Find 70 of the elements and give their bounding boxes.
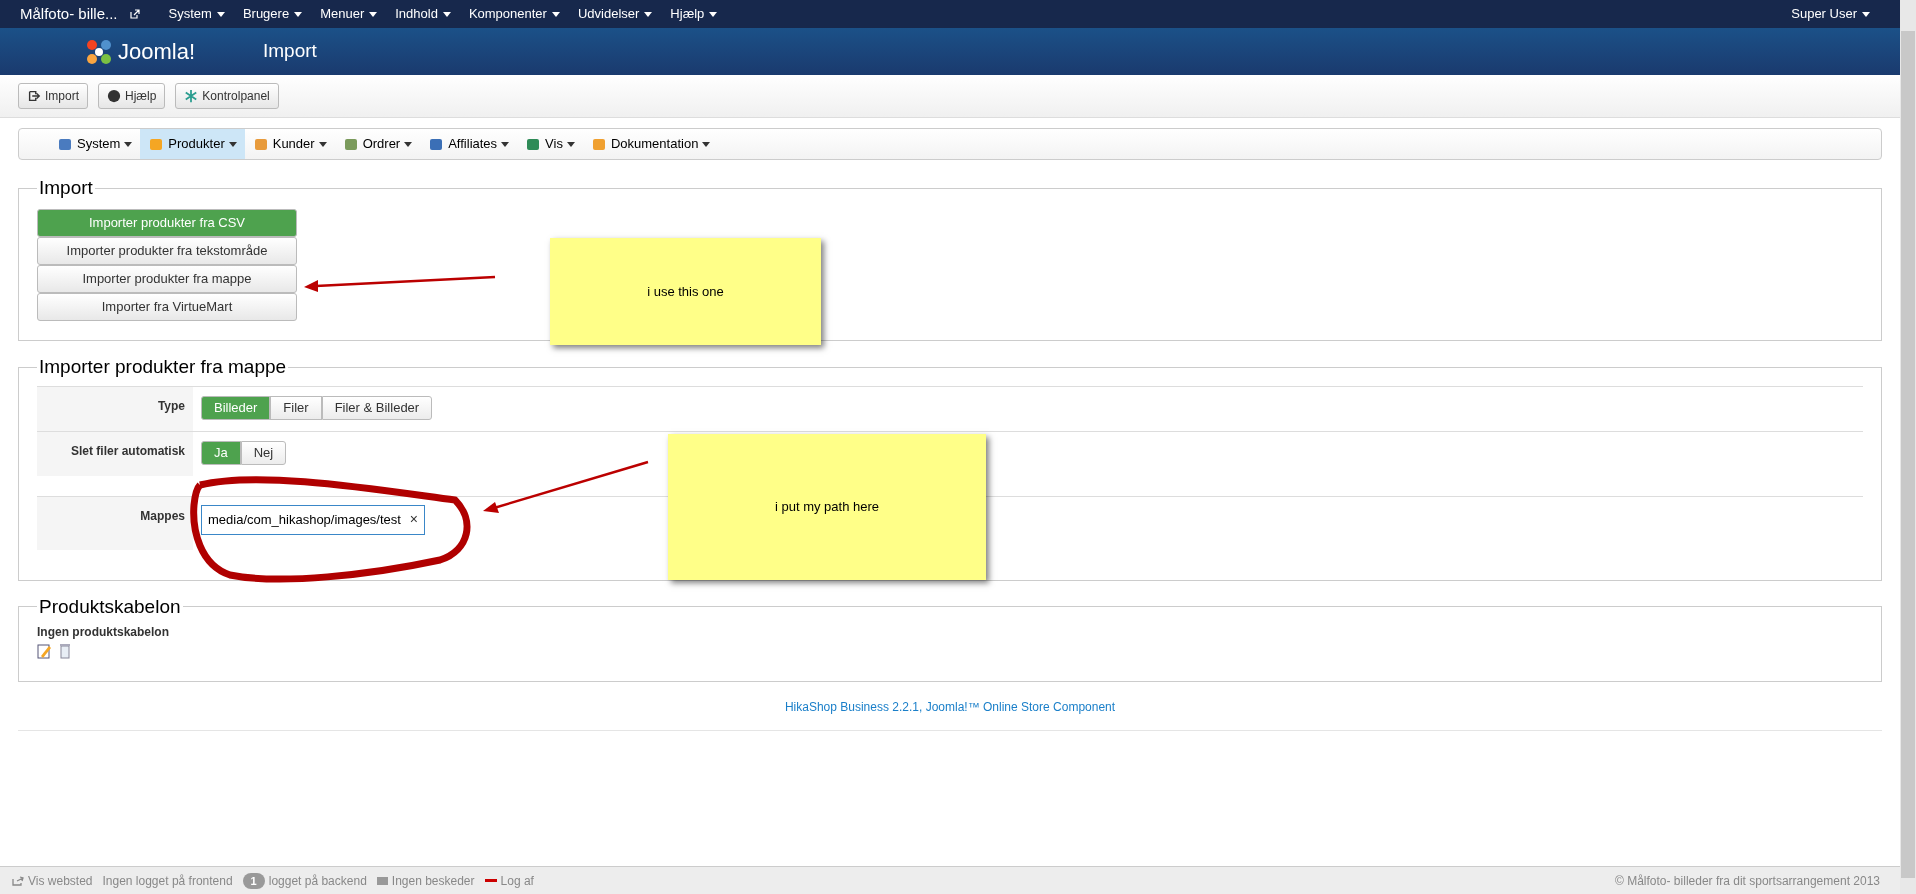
caret-icon <box>124 141 133 147</box>
caret-icon <box>702 141 711 147</box>
trash-icon[interactable] <box>59 643 71 659</box>
minus-icon <box>484 879 497 882</box>
field-label: Mappes <box>37 496 193 550</box>
caret-icon <box>709 11 718 17</box>
menu-tab[interactable]: Kunder <box>244 129 335 159</box>
count-badge: 1 <box>242 872 265 889</box>
box-icon <box>148 136 165 152</box>
caret-icon <box>228 141 237 147</box>
import-option-button[interactable]: Importer fra VirtueMart <box>37 292 297 321</box>
status-text: Ingen logget på frontend <box>102 872 233 890</box>
caret-icon <box>1862 11 1870 17</box>
user-menu[interactable]: Super User <box>1791 4 1870 24</box>
footer-link[interactable]: HikaShop Business 2.2.1, Joomla!™ Online Store Component <box>784 698 1116 716</box>
caret-icon <box>501 141 510 147</box>
menu-tab[interactable]: Produkter <box>140 129 245 159</box>
edit-icon[interactable] <box>37 643 53 659</box>
import-option-button[interactable]: Importer produkter fra mappe <box>37 264 297 293</box>
toggle-option[interactable]: Filer & Billeder <box>321 395 433 420</box>
site-link[interactable]: Målfoto- bille... <box>20 2 118 26</box>
page-title: Import <box>263 39 317 64</box>
menu-tab[interactable]: System <box>49 129 141 159</box>
menu-tab[interactable]: Dokumentation <box>582 129 719 159</box>
toggle-option[interactable]: Nej <box>240 440 287 465</box>
caret-icon <box>566 141 575 147</box>
external-link-icon[interactable] <box>129 9 140 19</box>
menu-item[interactable]: System <box>159 4 234 24</box>
caret-icon <box>404 141 413 147</box>
folder-path-field[interactable]: media/com_hikashop/images/test × <box>201 504 425 535</box>
import-icon <box>27 89 41 103</box>
template-text: Ingen produktskabelon <box>37 624 170 641</box>
envelope-icon <box>376 876 388 885</box>
asterisk-icon <box>184 89 199 103</box>
section-title: Importer produkter fra mappe <box>38 355 288 379</box>
toolbar-button[interactable]: Kontrolpanel <box>175 83 279 109</box>
menu-item[interactable]: Udvidelser <box>568 4 662 24</box>
field-label: Slet filer automatisk <box>37 431 193 476</box>
caret-icon <box>442 11 451 17</box>
menu-item[interactable]: Komponenter <box>459 4 569 24</box>
caret-icon <box>551 11 560 17</box>
status-text: logget på backend <box>268 872 367 890</box>
menu-item[interactable]: Menuer <box>311 4 387 24</box>
import-option-button[interactable]: Importer produkter fra tekstområde <box>37 236 297 265</box>
clear-icon[interactable]: × <box>409 509 418 530</box>
menu-tab[interactable]: Ordrer <box>334 129 421 159</box>
section-title: Produktskabelon <box>38 594 182 619</box>
toolbar-button[interactable]: Hjælp <box>98 83 166 109</box>
status-text: Ingen beskeder <box>391 872 475 890</box>
section-title: Import <box>38 176 94 200</box>
menu-item[interactable]: Brugere <box>233 4 312 24</box>
toolbar-button[interactable]: Import <box>18 83 88 109</box>
logo-icon <box>84 37 114 66</box>
caret-icon <box>294 11 303 17</box>
menu-item[interactable]: Hjælp <box>661 4 727 24</box>
field-label: Type <box>37 386 193 431</box>
logo-text: Joomla! <box>118 38 196 66</box>
caret-icon <box>216 11 225 17</box>
menu-tab[interactable]: Vis <box>517 129 583 159</box>
copyright-text: © Målfoto- billeder fra dit sportsarrangement 2013 <box>1615 872 1880 890</box>
caret-icon <box>369 11 378 17</box>
scrollbar[interactable] <box>1900 0 1916 894</box>
toggle-option[interactable]: Filer <box>270 395 322 420</box>
caret-icon <box>644 11 653 17</box>
menu-tab[interactable]: Affiliates <box>420 129 518 159</box>
menu-item[interactable]: Indhold <box>386 4 460 24</box>
external-link-icon <box>12 875 24 886</box>
caret-icon <box>318 141 327 147</box>
note-text: i use this one <box>647 282 724 301</box>
note-text: i put my path here <box>774 498 880 517</box>
